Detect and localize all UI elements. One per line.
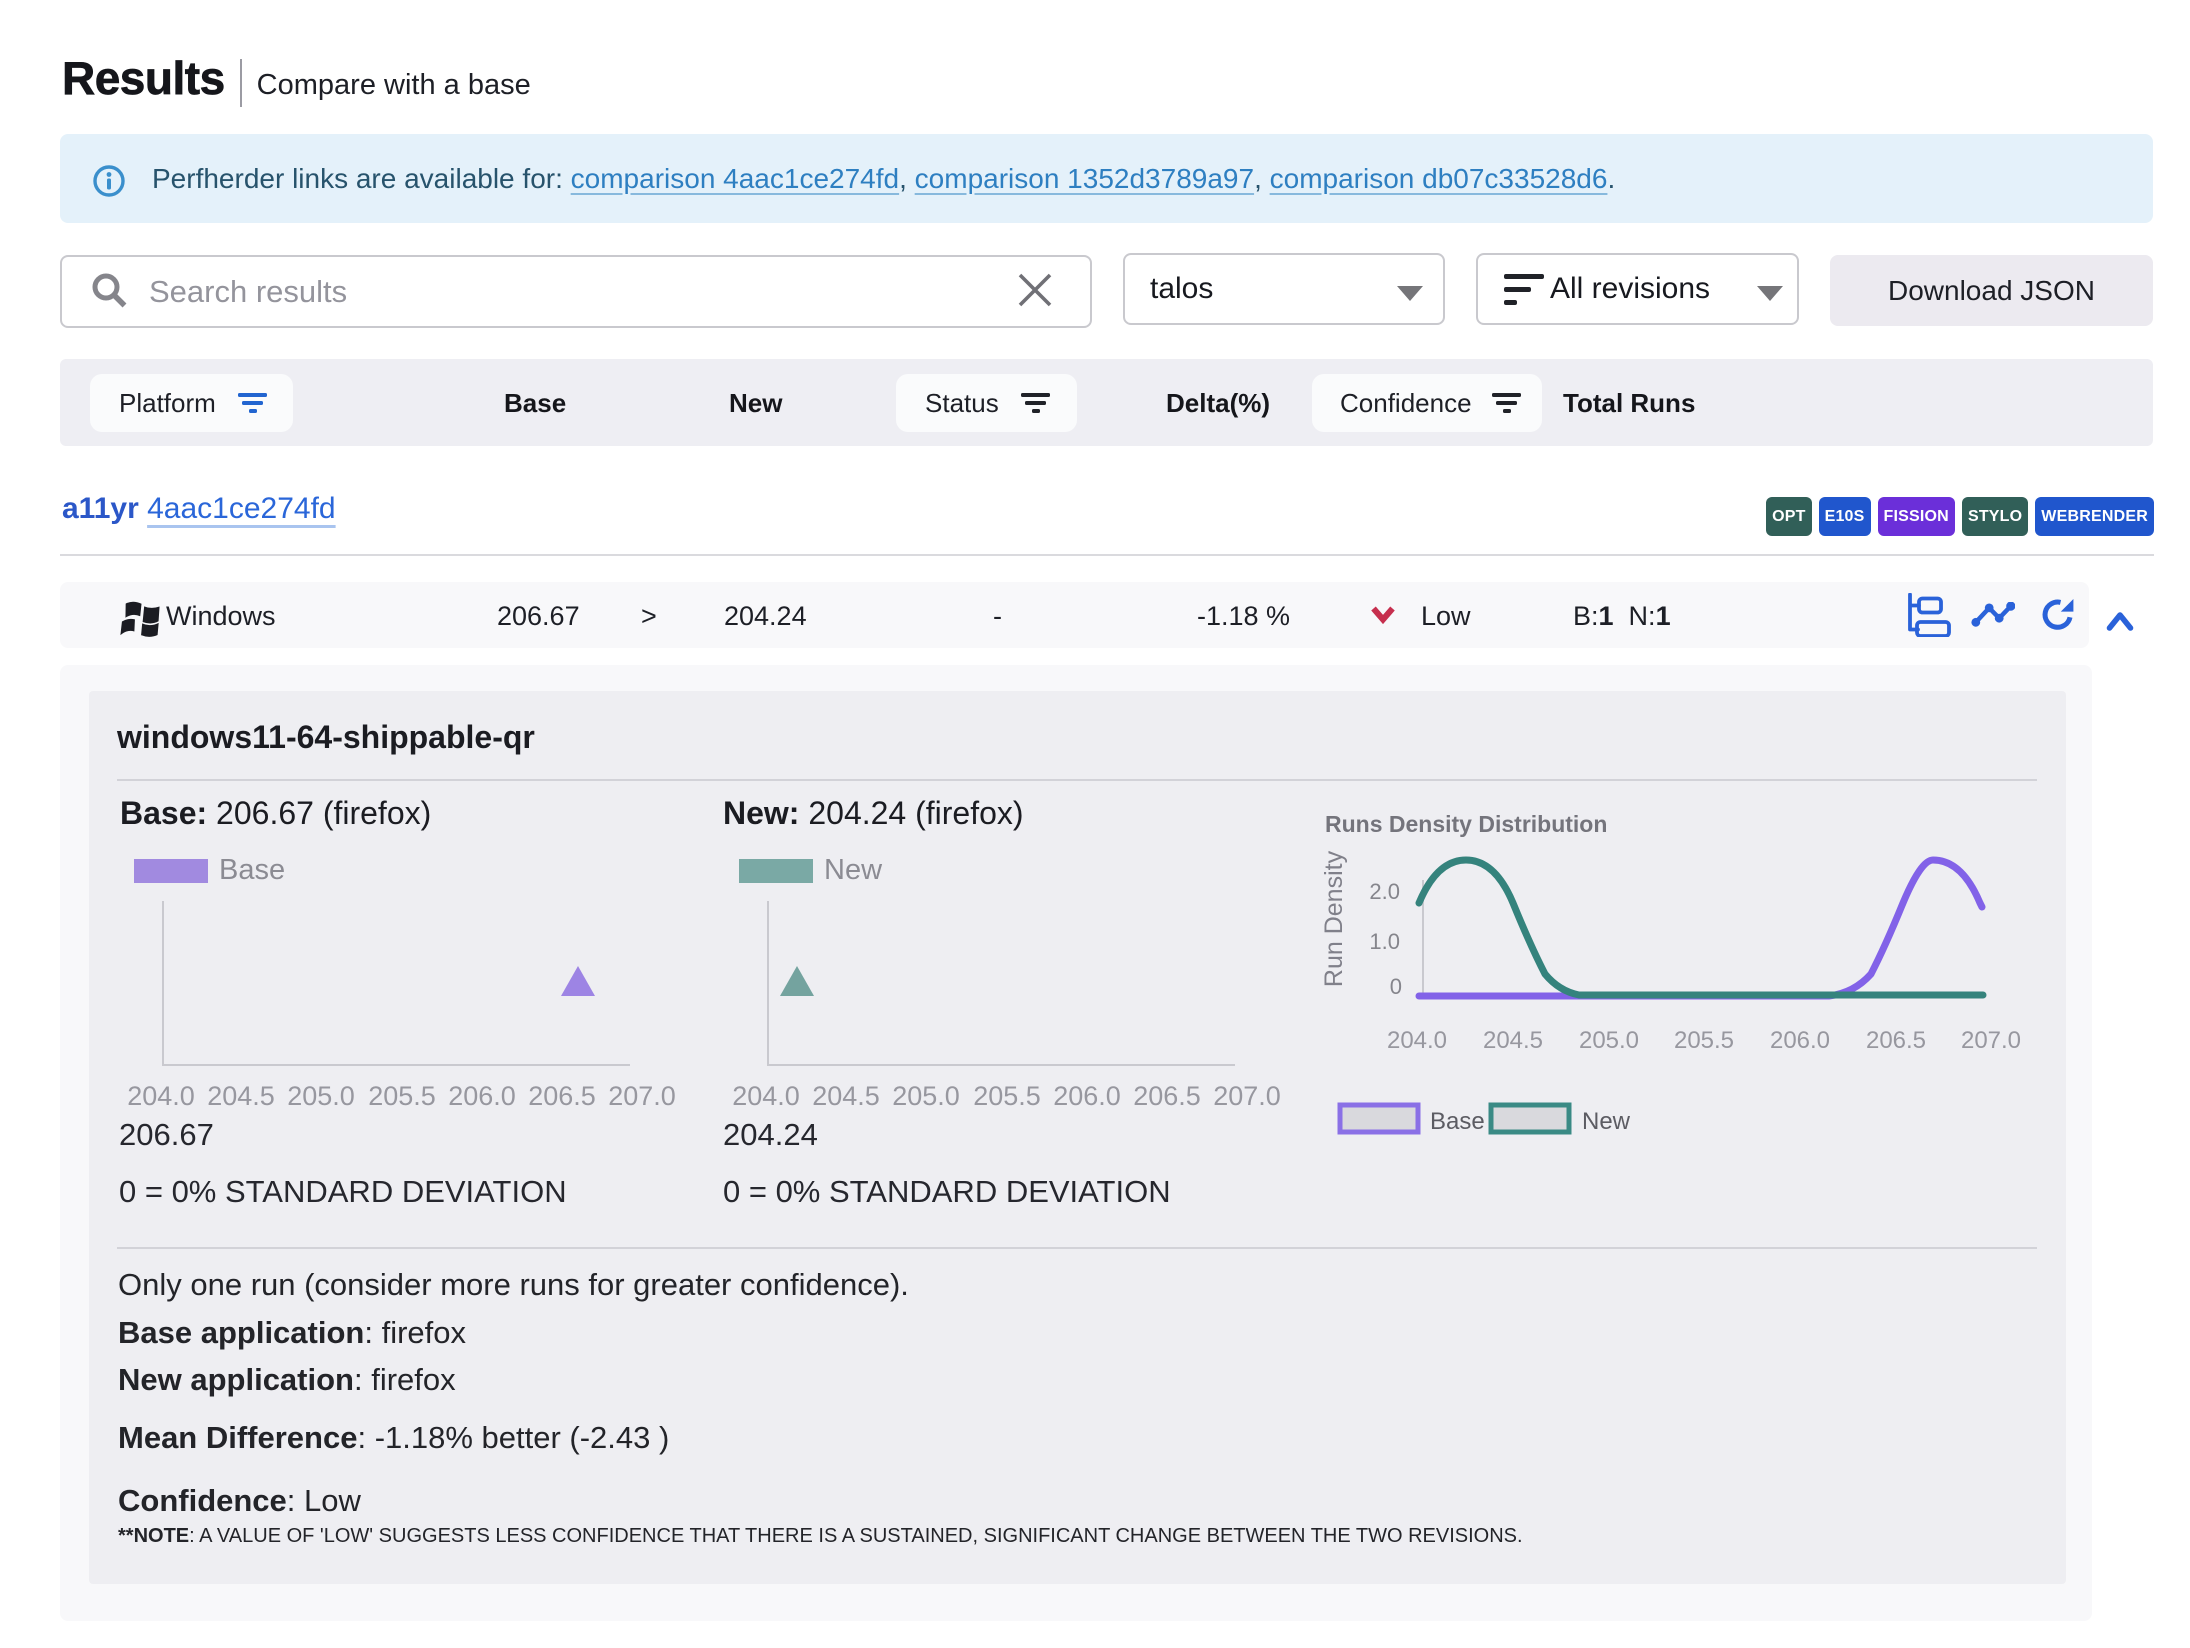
svg-text:207.0: 207.0 — [1961, 1027, 2021, 1054]
svg-text:2.0: 2.0 — [1369, 879, 1400, 904]
svg-text:205.5: 205.5 — [368, 1081, 436, 1111]
svg-text:204.0: 204.0 — [732, 1081, 800, 1111]
svg-text:205.5: 205.5 — [1674, 1027, 1734, 1054]
svg-text:New: New — [1582, 1108, 1631, 1135]
svg-text:204.5: 204.5 — [207, 1081, 275, 1111]
svg-text:206.5: 206.5 — [528, 1081, 596, 1111]
svg-text:207.0: 207.0 — [1213, 1081, 1281, 1111]
svg-text:205.0: 205.0 — [892, 1081, 960, 1111]
svg-text:204.0: 204.0 — [127, 1081, 195, 1111]
svg-text:204.0: 204.0 — [1387, 1027, 1447, 1054]
svg-text:207.0: 207.0 — [608, 1081, 676, 1111]
svg-text:Base: Base — [1430, 1108, 1485, 1135]
svg-text:1.0: 1.0 — [1369, 929, 1400, 954]
svg-text:206.0: 206.0 — [1053, 1081, 1121, 1111]
svg-text:206.5: 206.5 — [1133, 1081, 1201, 1111]
svg-text:206.0: 206.0 — [448, 1081, 516, 1111]
svg-text:204.5: 204.5 — [1483, 1027, 1543, 1054]
svg-text:0: 0 — [1390, 974, 1402, 999]
svg-text:Run Density: Run Density — [1320, 850, 1348, 987]
svg-text:206.0: 206.0 — [1770, 1027, 1830, 1054]
svg-text:206.5: 206.5 — [1866, 1027, 1926, 1054]
svg-text:205.0: 205.0 — [287, 1081, 355, 1111]
svg-text:205.5: 205.5 — [973, 1081, 1041, 1111]
svg-text:204.5: 204.5 — [812, 1081, 880, 1111]
svg-text:205.0: 205.0 — [1579, 1027, 1639, 1054]
